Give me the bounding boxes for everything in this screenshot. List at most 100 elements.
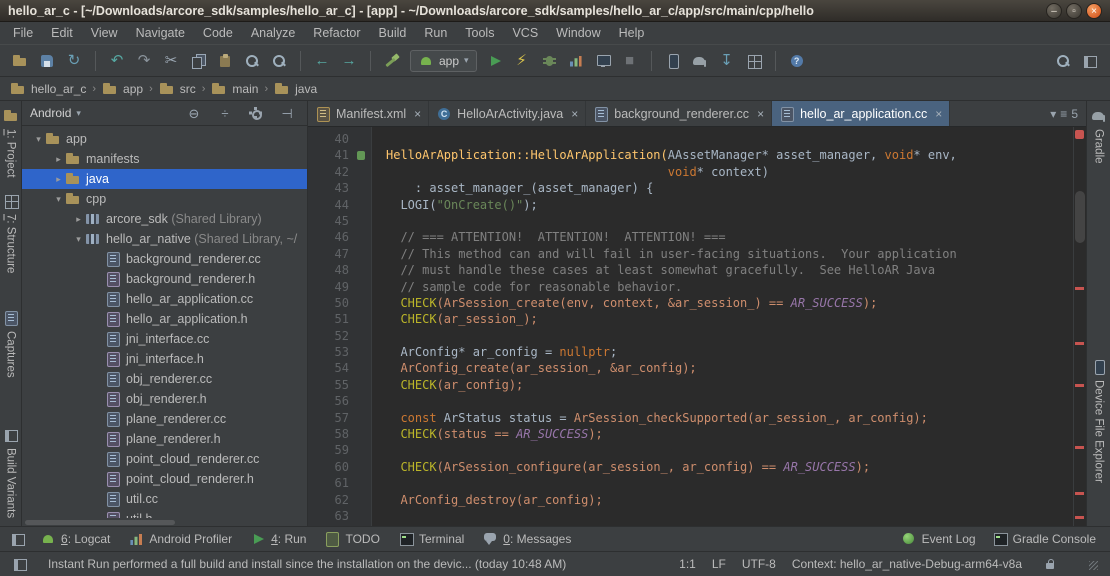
tree-item-app[interactable]: ▾app [22, 129, 307, 149]
tool-button-6-logcat[interactable]: 6: Logcat [32, 527, 118, 551]
tool-windows-button[interactable] [1078, 49, 1102, 73]
chevron-collapsed-icon[interactable]: ▸ [52, 174, 65, 185]
tree-item-obj-renderer-h[interactable]: obj_renderer.h [22, 389, 307, 409]
editor-tab-helloaractivity-java[interactable]: HelloArActivity.java× [429, 101, 586, 126]
toolwindow-toggle-button[interactable] [8, 552, 32, 576]
tabs-dropdown-icon[interactable]: ▾ [1050, 107, 1056, 121]
menu-navigate[interactable]: Navigate [127, 23, 194, 43]
status-widget-line-ending[interactable]: LF [712, 557, 726, 571]
menu-code[interactable]: Code [194, 23, 242, 43]
status-widget-build-context[interactable]: Context: hello_ar_native-Debug-arm64-v8a [792, 557, 1022, 571]
tree-item-util-h[interactable]: util.h [22, 509, 307, 518]
editor-scrollbar-thumb[interactable] [1075, 191, 1085, 243]
menu-build[interactable]: Build [370, 23, 416, 43]
close-icon[interactable]: × [414, 107, 421, 121]
sync-button[interactable]: ↻ [62, 49, 86, 73]
tree-item-cpp[interactable]: ▾cpp [22, 189, 307, 209]
breadcrumb-item-java[interactable]: java [274, 82, 317, 96]
tree-item-background-renderer-h[interactable]: background_renderer.h [22, 269, 307, 289]
menu-help[interactable]: Help [610, 23, 654, 43]
error-stripe-mark[interactable] [1075, 516, 1084, 519]
redo-button[interactable]: ↷ [132, 49, 156, 73]
close-icon[interactable]: × [935, 107, 942, 121]
tool-window-button-gradle[interactable]: Gradle [1091, 101, 1107, 172]
minimize-button[interactable]: – [1046, 3, 1062, 19]
tool-button-gradle-console[interactable]: Gradle Console [984, 527, 1104, 551]
menu-vcs[interactable]: VCS [503, 23, 547, 43]
hide-panel-button[interactable]: ⊣ [275, 101, 299, 125]
status-message[interactable]: Instant Run performed a full build and i… [48, 557, 663, 571]
tool-button-android-profiler[interactable]: Android Profiler [120, 527, 240, 551]
error-stripe-mark[interactable] [1075, 492, 1084, 495]
code-view[interactable]: HelloArApplication::HelloArApplication(A… [372, 127, 1086, 526]
copy-button[interactable] [186, 49, 210, 73]
settings-button[interactable] [244, 101, 268, 125]
close-button[interactable]: × [1086, 3, 1102, 19]
breadcrumb-item-hello-ar-c[interactable]: hello_ar_c [10, 82, 86, 96]
back-button[interactable]: ← [310, 49, 334, 73]
chevron-expanded-icon[interactable]: ▾ [32, 134, 45, 145]
menu-window[interactable]: Window [547, 23, 609, 43]
undo-button[interactable]: ↶ [105, 49, 129, 73]
make-project-button[interactable] [380, 49, 404, 73]
search-everywhere-button[interactable] [1051, 49, 1075, 73]
menu-run[interactable]: Run [415, 23, 456, 43]
tree-item-plane-renderer-cc[interactable]: plane_renderer.cc [22, 409, 307, 429]
hidden-tabs-icon[interactable]: ≡ [1060, 107, 1067, 121]
tool-window-button-7-structure[interactable]: 7: Structure [3, 186, 19, 281]
collapse-all-button[interactable]: ⊖ [182, 101, 206, 125]
tool-window-button-build-variants[interactable]: Build Variants [3, 420, 19, 526]
debug-button[interactable] [537, 49, 561, 73]
project-view-selector[interactable]: Android ▾ [30, 106, 81, 120]
cut-button[interactable]: ✂ [159, 49, 183, 73]
toolwindow-switcher-button[interactable] [6, 527, 30, 551]
replace-button[interactable] [267, 49, 291, 73]
readonly-toggle-button[interactable] [1038, 552, 1062, 576]
breadcrumb-item-main[interactable]: main [211, 82, 258, 96]
menu-view[interactable]: View [82, 23, 127, 43]
sdk-manager-button[interactable]: ↧ [715, 49, 739, 73]
tree-item-java[interactable]: ▸java [22, 169, 307, 189]
error-stripe-mark[interactable] [1075, 342, 1084, 345]
menu-refactor[interactable]: Refactor [304, 23, 369, 43]
tool-window-button-device-file-explorer[interactable]: Device File Explorer [1091, 352, 1107, 491]
gradle-sync-button[interactable] [688, 49, 712, 73]
tree-item-util-cc[interactable]: util.cc [22, 489, 307, 509]
tree-item-point-cloud-renderer-h[interactable]: point_cloud_renderer.h [22, 469, 307, 489]
find-button[interactable] [240, 49, 264, 73]
tool-window-button-captures[interactable]: Captures [3, 303, 19, 386]
breadcrumb-item-src[interactable]: src [159, 82, 196, 96]
code-area[interactable]: 4041424344454647484950515253545556575859… [308, 127, 1086, 526]
tree-item-background-renderer-cc[interactable]: background_renderer.cc [22, 249, 307, 269]
menu-analyze[interactable]: Analyze [242, 23, 304, 43]
tree-item-jni-interface-h[interactable]: jni_interface.h [22, 349, 307, 369]
editor-tab-background-renderer-cc[interactable]: background_renderer.cc× [586, 101, 772, 126]
save-all-button[interactable] [35, 49, 59, 73]
tree-item-obj-renderer-cc[interactable]: obj_renderer.cc [22, 369, 307, 389]
error-stripe-mark[interactable] [1075, 384, 1084, 387]
profile-button[interactable] [564, 49, 588, 73]
scrollbar-thumb[interactable] [25, 520, 175, 525]
tree-item-manifests[interactable]: ▸manifests [22, 149, 307, 169]
tree-item-arcore-sdk[interactable]: ▸arcore_sdk (Shared Library) [22, 209, 307, 229]
menu-file[interactable]: File [4, 23, 42, 43]
tree-item-hello-ar-application-cc[interactable]: hello_ar_application.cc [22, 289, 307, 309]
paste-button[interactable] [213, 49, 237, 73]
flatten-packages-button[interactable]: ÷ [213, 101, 237, 125]
maximize-button[interactable]: ▫ [1066, 3, 1082, 19]
status-widget-encoding[interactable]: UTF-8 [742, 557, 776, 571]
forward-button[interactable]: → [337, 49, 361, 73]
help-button[interactable] [785, 49, 809, 73]
error-stripe-mark[interactable] [1075, 287, 1084, 290]
editor-tab-manifest-xml[interactable]: Manifest.xml× [308, 101, 429, 126]
tool-button-todo[interactable]: TODO [316, 527, 387, 551]
menu-tools[interactable]: Tools [456, 23, 503, 43]
tree-item-jni-interface-cc[interactable]: jni_interface.cc [22, 329, 307, 349]
apply-changes-button[interactable]: ⚡ [510, 49, 534, 73]
chevron-expanded-icon[interactable]: ▾ [72, 234, 85, 245]
editor-tab-hello-ar-application-cc[interactable]: hello_ar_application.cc× [772, 101, 950, 126]
run-config-selector[interactable]: app▾ [410, 50, 477, 72]
open-button[interactable] [8, 49, 32, 73]
titlebar[interactable]: hello_ar_c - [~/Downloads/arcore_sdk/sam… [0, 0, 1110, 22]
tree-item-hello-ar-native[interactable]: ▾hello_ar_native (Shared Library, ~/ [22, 229, 307, 249]
